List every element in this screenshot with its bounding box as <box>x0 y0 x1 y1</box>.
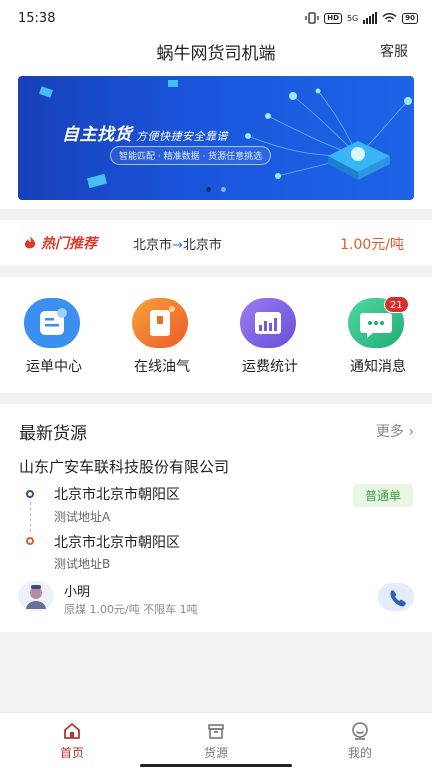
menu-label: 运费统计 <box>242 359 298 375</box>
destination-detail: 测试地址B <box>54 557 111 571</box>
banner-title: 自主找货 方便快捷安全靠谱 <box>62 125 228 145</box>
destination-dot-icon <box>26 537 34 545</box>
tab-profile[interactable]: 我的 <box>288 713 432 768</box>
chevron-right-icon: › <box>408 424 414 440</box>
customer-service-button[interactable]: 客服 <box>380 41 408 61</box>
chart-stats-icon <box>240 298 296 348</box>
tab-cargo[interactable]: 货源 <box>144 713 288 768</box>
route-to: 北京市 <box>182 238 222 253</box>
banner-dot[interactable] <box>221 187 226 192</box>
wifi-icon <box>382 12 397 23</box>
hot-route: 北京市→北京市 <box>133 234 222 253</box>
destination-address: 北京市北京市朝阳区 <box>54 535 180 551</box>
origin-dot-icon <box>26 490 34 498</box>
banner-pagination <box>18 187 414 192</box>
home-indicator <box>140 764 292 767</box>
page-title: 蜗牛网货司机端 <box>156 44 276 64</box>
more-link[interactable]: 更多 › <box>376 421 414 441</box>
section-title: 最新货源 <box>19 424 87 444</box>
hot-price: 1.00元/吨 <box>340 237 404 253</box>
latest-cargo-section: 最新货源 更多 › 山东广安车联科技股份有限公司 北京市北京市朝阳区 测试地址A… <box>0 404 432 632</box>
network-type-label: 5G <box>346 13 359 23</box>
status-icons: HD 5G 90 <box>305 10 418 26</box>
call-button[interactable] <box>378 583 414 611</box>
banner-dot[interactable] <box>206 187 211 192</box>
order-type-tag: 普通单 <box>352 484 413 507</box>
origin-detail: 测试地址A <box>54 510 111 524</box>
waybill-icon <box>24 298 80 348</box>
notification-badge: 21 <box>384 296 409 313</box>
route-from: 北京市 <box>133 238 173 253</box>
vibrate-icon <box>305 12 319 24</box>
signal-icon <box>363 12 378 24</box>
tab-label: 首页 <box>59 746 84 760</box>
profile-icon <box>352 722 368 740</box>
phone-icon <box>390 590 406 607</box>
driver-name: 小明 <box>64 585 91 600</box>
avatar <box>18 581 54 611</box>
cargo-box-icon <box>208 724 224 739</box>
origin-address: 北京市北京市朝阳区 <box>54 487 180 503</box>
banner-subtitle: 智能匹配 · 精准数据 · 货源任意挑选 <box>110 146 272 165</box>
tab-label: 我的 <box>347 746 372 760</box>
hd-icon: HD <box>324 12 342 24</box>
cargo-description: 原煤 1.00元/吨 不限车 1吨 <box>64 603 198 616</box>
battery-icon: 90 <box>402 12 418 24</box>
hot-recommend-label: 热门推荐 <box>41 236 97 252</box>
fuel-icon <box>132 298 188 348</box>
tab-home[interactable]: 首页 <box>0 713 144 768</box>
status-bar: 15:38 HD 5G 90 <box>0 0 432 34</box>
banner-section: 自主找货 方便快捷安全靠谱 智能匹配 · 精准数据 · 货源任意挑选 <box>0 70 432 209</box>
menu-label: 运单中心 <box>26 359 82 375</box>
menu-label: 在线油气 <box>134 359 190 375</box>
banner-title-suffix: 方便快捷安全靠谱 <box>136 130 228 143</box>
status-time: 15:38 <box>18 11 56 26</box>
tab-label: 货源 <box>203 746 228 760</box>
hot-recommend-row[interactable]: 热门推荐 北京市→北京市 1.00元/吨 <box>0 220 432 266</box>
company-name: 山东广安车联科技股份有限公司 <box>19 458 230 476</box>
menu-label: 通知消息 <box>350 359 406 375</box>
home-icon <box>64 723 80 739</box>
quick-menu: 运单中心 在线油气 运费统计 21 通知消息 <box>0 277 432 393</box>
bottom-tab-bar: 首页 货源 我的 <box>0 712 432 768</box>
route-arrow: → <box>172 238 183 253</box>
route-divider <box>30 502 31 532</box>
flame-icon <box>24 236 36 249</box>
nav-bar: 蜗牛网货司机端 客服 <box>0 34 432 70</box>
promo-banner[interactable]: 自主找货 方便快捷安全靠谱 智能匹配 · 精准数据 · 货源任意挑选 <box>18 76 414 200</box>
